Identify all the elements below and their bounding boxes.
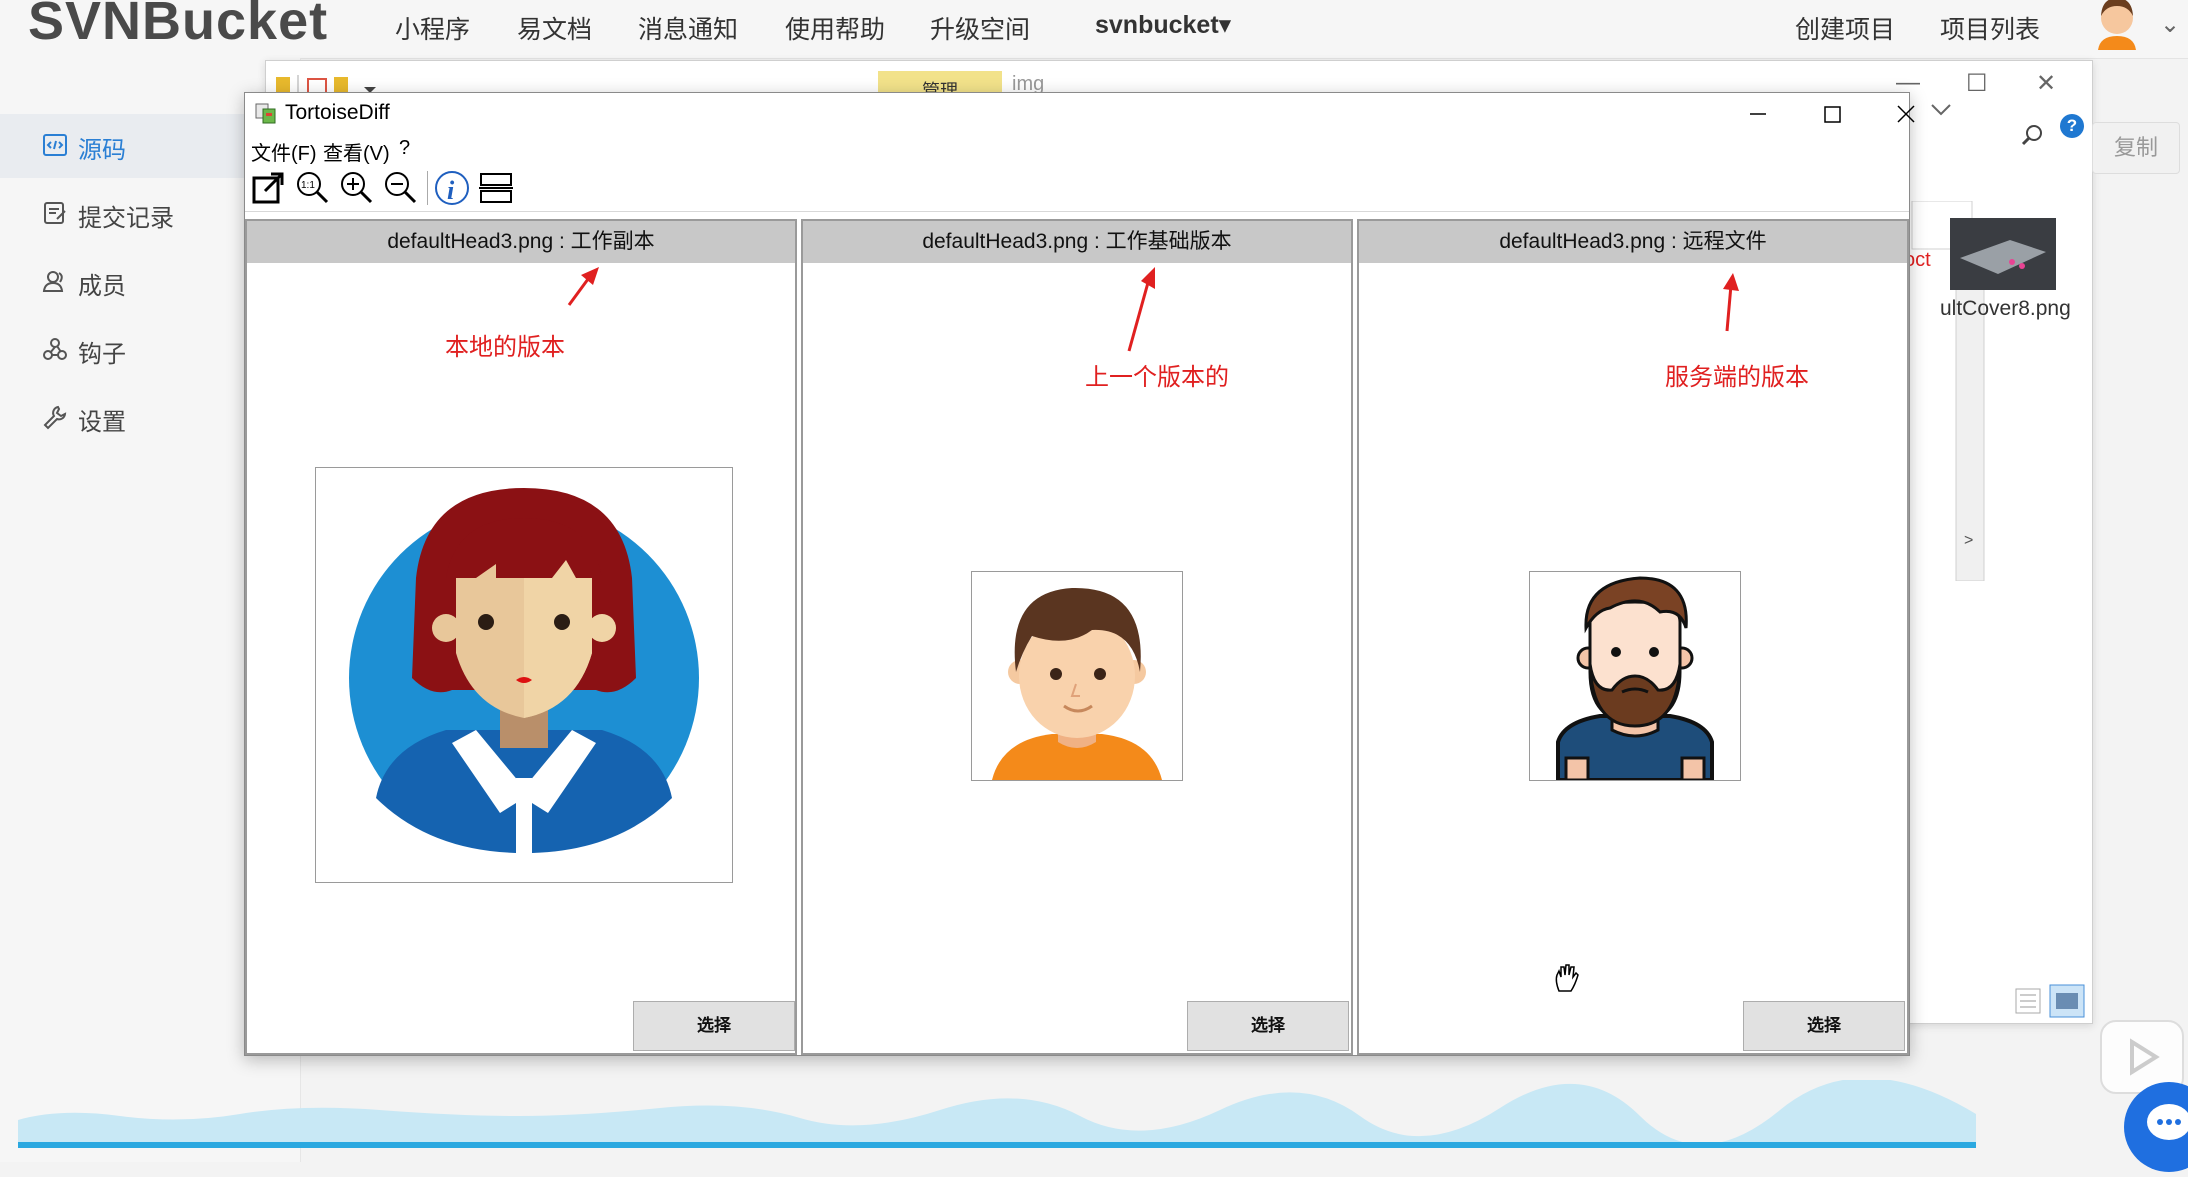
pane-filename: defaultHead3.png [922, 230, 1089, 253]
chat-bubble-icon [2147, 1104, 2188, 1140]
open-external-icon[interactable] [249, 169, 287, 207]
close-icon[interactable] [1871, 93, 1941, 135]
user-avatar[interactable] [2092, 0, 2142, 50]
minimize-icon[interactable] [1723, 93, 1793, 135]
select-button[interactable]: 选择 [1187, 1001, 1349, 1051]
close-icon[interactable]: ✕ [2036, 69, 2056, 98]
annotation-local-version: 本地的版本 [445, 334, 565, 361]
chevron-down-icon[interactable]: ⌄ [2160, 10, 2180, 39]
diff-pane-working-copy[interactable]: defaultHead3.png : 工作副本 本地的版本 选择 [245, 219, 797, 1055]
select-button[interactable]: 选择 [633, 1001, 795, 1051]
diff-toolbar: 1:1 i [245, 165, 1909, 212]
site-logo[interactable]: SVNBucket [28, 0, 328, 52]
tortoisediff-app-icon [255, 103, 276, 124]
boy-avatar-icon [992, 587, 1162, 780]
svg-text:i: i [447, 176, 455, 205]
pane-filename: defaultHead3.png [387, 230, 554, 253]
nav-help[interactable]: 使用帮助 [785, 10, 885, 46]
wrench-icon [43, 405, 67, 430]
image-preview[interactable] [1529, 571, 1741, 781]
sidebar-item-label: 源码 [78, 137, 126, 164]
woman-avatar-icon [349, 488, 699, 856]
commit-log-icon [44, 202, 66, 224]
pane-header: defaultHead3.png : 工作基础版本 [803, 219, 1351, 263]
select-button[interactable]: 选择 [1743, 1001, 1905, 1051]
annotation-previous-version: 上一个版本的 [1085, 364, 1229, 391]
menu-help[interactable]: ? [399, 137, 410, 160]
pane-filename: defaultHead3.png [1499, 230, 1666, 253]
info-icon[interactable]: i [433, 169, 471, 207]
pane-version-label: 工作副本 [570, 230, 655, 253]
maximize-icon[interactable]: ☐ [1966, 69, 1988, 98]
zoom-out-icon[interactable] [381, 169, 419, 207]
nav-notifications[interactable]: 消息通知 [638, 10, 738, 46]
title-bar[interactable]: TortoiseDiff [245, 93, 1915, 135]
copy-button[interactable]: 复制 [2092, 122, 2180, 174]
pane-header: defaultHead3.png : 远程文件 [1359, 219, 1907, 263]
sidebar-item-label: 成员 [78, 273, 126, 300]
image-preview[interactable] [315, 467, 733, 883]
diff-pane-base-version[interactable]: defaultHead3.png : 工作基础版本 上一个版本的 选择 [801, 219, 1353, 1055]
thumbnail-filename: ultCover8.png [1940, 297, 2071, 320]
image-preview[interactable] [971, 571, 1183, 781]
help-icon[interactable]: ? [2060, 114, 2084, 138]
chat-support-button[interactable] [2124, 1082, 2188, 1172]
svg-text:>: > [1964, 532, 1973, 549]
create-project-link[interactable]: 创建项目 [1795, 10, 1895, 46]
actual-size-icon[interactable]: 1:1 [293, 169, 331, 207]
menu-view[interactable]: 查看(V) [323, 137, 390, 166]
pane-header: defaultHead3.png : 工作副本 [247, 219, 795, 263]
nav-mini-program[interactable]: 小程序 [395, 10, 470, 46]
maximize-icon[interactable] [1797, 93, 1867, 135]
nav-upgrade[interactable]: 升级空间 [930, 10, 1030, 46]
pane-version-label: 工作基础版本 [1105, 230, 1232, 253]
search-icon[interactable] [2018, 121, 2048, 151]
overlay-icon[interactable] [477, 169, 515, 207]
code-icon [43, 134, 67, 156]
view-toggle[interactable] [2014, 983, 2088, 1019]
image-thumbnail[interactable] [1950, 218, 2056, 290]
site-header: SVNBucket 小程序 易文档 消息通知 使用帮助 升级空间 svnbuck… [0, 0, 2188, 59]
zoom-in-icon[interactable] [337, 169, 375, 207]
hand-cursor-icon [1555, 964, 1579, 992]
nav-docs[interactable]: 易文档 [517, 10, 592, 46]
diff-pane-remote-file[interactable]: defaultHead3.png : 远程文件 服务端的版本 选择 [1357, 219, 1909, 1055]
bearded-man-avatar-icon [1556, 576, 1714, 780]
menu-bar: 文件(F) 查看(V) ? [245, 135, 1909, 166]
annotation-server-version: 服务端的版本 [1665, 364, 1809, 391]
tortoisediff-window: TortoiseDiff 文件(F) 查看(V) ? 1:1 i default… [244, 92, 1915, 1056]
pane-version-label: 远程文件 [1682, 230, 1767, 253]
sidebar-item-label: 设置 [78, 409, 126, 436]
members-icon [42, 271, 64, 292]
user-menu-dropdown[interactable]: svnbucket▾ [1095, 10, 1231, 40]
svg-text:1:1: 1:1 [301, 180, 315, 191]
toolbar-separator [427, 171, 428, 205]
annotation-arrow [1127, 267, 1155, 352]
menu-file[interactable]: 文件(F) [251, 137, 317, 166]
window-title: TortoiseDiff [285, 101, 390, 124]
sidebar-item-label: 钩子 [78, 341, 126, 368]
annotation-arrow [1723, 273, 1739, 332]
annotation-arrow [567, 267, 599, 306]
sidebar-item-label: 提交记录 [78, 205, 174, 232]
project-list-link[interactable]: 项目列表 [1940, 10, 2040, 46]
audio-waveform [18, 1080, 1976, 1148]
webhook-icon [43, 338, 67, 360]
